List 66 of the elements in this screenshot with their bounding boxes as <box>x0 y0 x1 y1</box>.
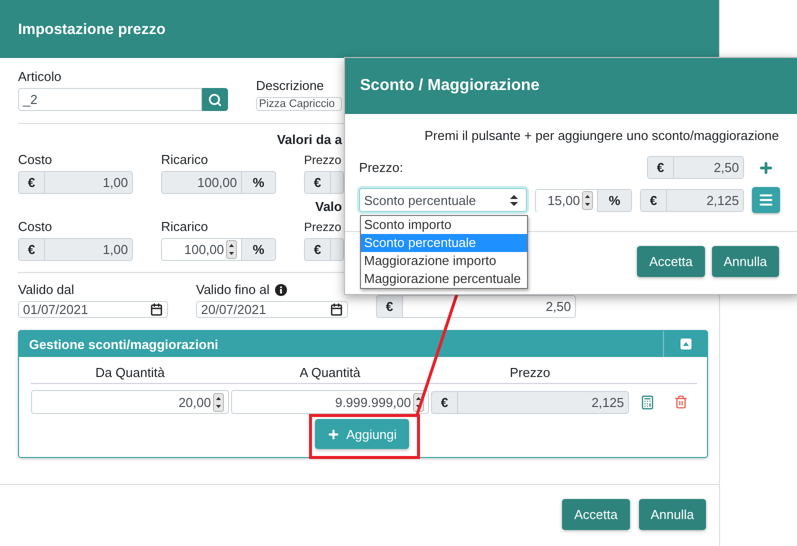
calendar-icon[interactable] <box>150 303 163 316</box>
trash-icon[interactable] <box>674 394 688 408</box>
field-label: Ricarico <box>161 220 209 234</box>
article-field[interactable]: _2 <box>18 88 202 111</box>
accept-button[interactable]: Accetta <box>637 246 705 277</box>
dropdown-option[interactable]: Maggiorazione percentuale <box>361 270 527 288</box>
spinner[interactable] <box>582 191 593 210</box>
section-heading: Valo <box>315 199 342 214</box>
unit-addon: % <box>598 188 632 212</box>
number-field[interactable]: 100,00 <box>161 238 242 261</box>
quantity-field[interactable]: 20,00 <box>31 390 229 414</box>
field-label: Articolo <box>18 70 62 84</box>
currency-addon: € <box>304 238 330 261</box>
amount-field[interactable]: 15,00 <box>535 188 598 212</box>
panel-title: Gestione sconti/maggiorazioni <box>28 336 218 352</box>
currency-addon: € <box>431 390 457 414</box>
accept-button[interactable]: Accetta <box>562 499 630 530</box>
field-label: Costo <box>18 153 53 167</box>
column-header: Da Quantità <box>94 365 166 380</box>
cancel-button[interactable]: Annulla <box>638 499 706 530</box>
currency-addon: € <box>18 238 44 261</box>
hint-text: Premi il pulsante + per aggiungere uno sconto/maggiorazione <box>424 128 779 143</box>
modal-title: Sconto / Maggiorazione <box>345 58 797 114</box>
collapse-icon <box>680 338 692 350</box>
dialog-title: Impostazione prezzo <box>0 0 719 58</box>
currency-addon: € <box>376 295 402 318</box>
price-label: Prezzo: <box>359 160 404 174</box>
calendar-icon[interactable] <box>330 303 343 316</box>
spinner[interactable] <box>213 392 224 412</box>
dropdown-option[interactable]: Sconto importo <box>361 216 527 234</box>
menu-icon <box>758 192 774 208</box>
currency-addon: € <box>640 188 666 212</box>
search-icon <box>208 92 222 106</box>
plus-icon <box>327 428 340 440</box>
unit-addon: % <box>242 238 276 261</box>
number-field[interactable]: 2,50 <box>673 156 744 179</box>
field-label: Costo <box>18 220 53 234</box>
currency-addon: € <box>304 171 330 194</box>
dropdown-option[interactable]: Maggiorazione importo <box>361 252 527 270</box>
field-label: Valido fino al <box>196 283 348 297</box>
add-icon[interactable] <box>758 160 774 176</box>
menu-button[interactable] <box>752 187 780 213</box>
field-label: Prezzo <box>304 220 342 234</box>
date-field[interactable]: 20/07/2021 <box>196 301 348 318</box>
currency-addon: € <box>18 171 44 194</box>
discount-type-select[interactable]: Sconto percentuale <box>359 188 527 212</box>
section-heading: Valori da a <box>276 132 342 147</box>
column-header: Prezzo <box>508 365 552 380</box>
number-field[interactable]: 2,50 <box>402 295 576 318</box>
date-field[interactable]: 01/07/2021 <box>18 301 168 318</box>
field-label: Descrizione <box>256 79 325 93</box>
description-field[interactable]: Pizza Capriccio <box>256 97 342 111</box>
field-label: Valido dal <box>18 283 76 297</box>
number-field[interactable]: 2,125 <box>666 188 744 212</box>
quantity-field[interactable]: 9.999.999,00 <box>231 390 429 414</box>
search-button[interactable] <box>202 88 228 111</box>
field-label: Ricarico <box>161 153 209 167</box>
field-label: Prezzo <box>304 153 342 167</box>
unit-addon: % <box>242 171 276 194</box>
calculator-icon[interactable] <box>640 394 656 410</box>
currency-addon: € <box>647 156 673 179</box>
cancel-button[interactable]: Annulla <box>712 246 779 277</box>
spinner[interactable] <box>226 240 237 259</box>
column-header: A Quantità <box>298 365 362 380</box>
number-field[interactable]: 2,125 <box>457 390 629 414</box>
sort-arrows-icon <box>510 194 518 206</box>
